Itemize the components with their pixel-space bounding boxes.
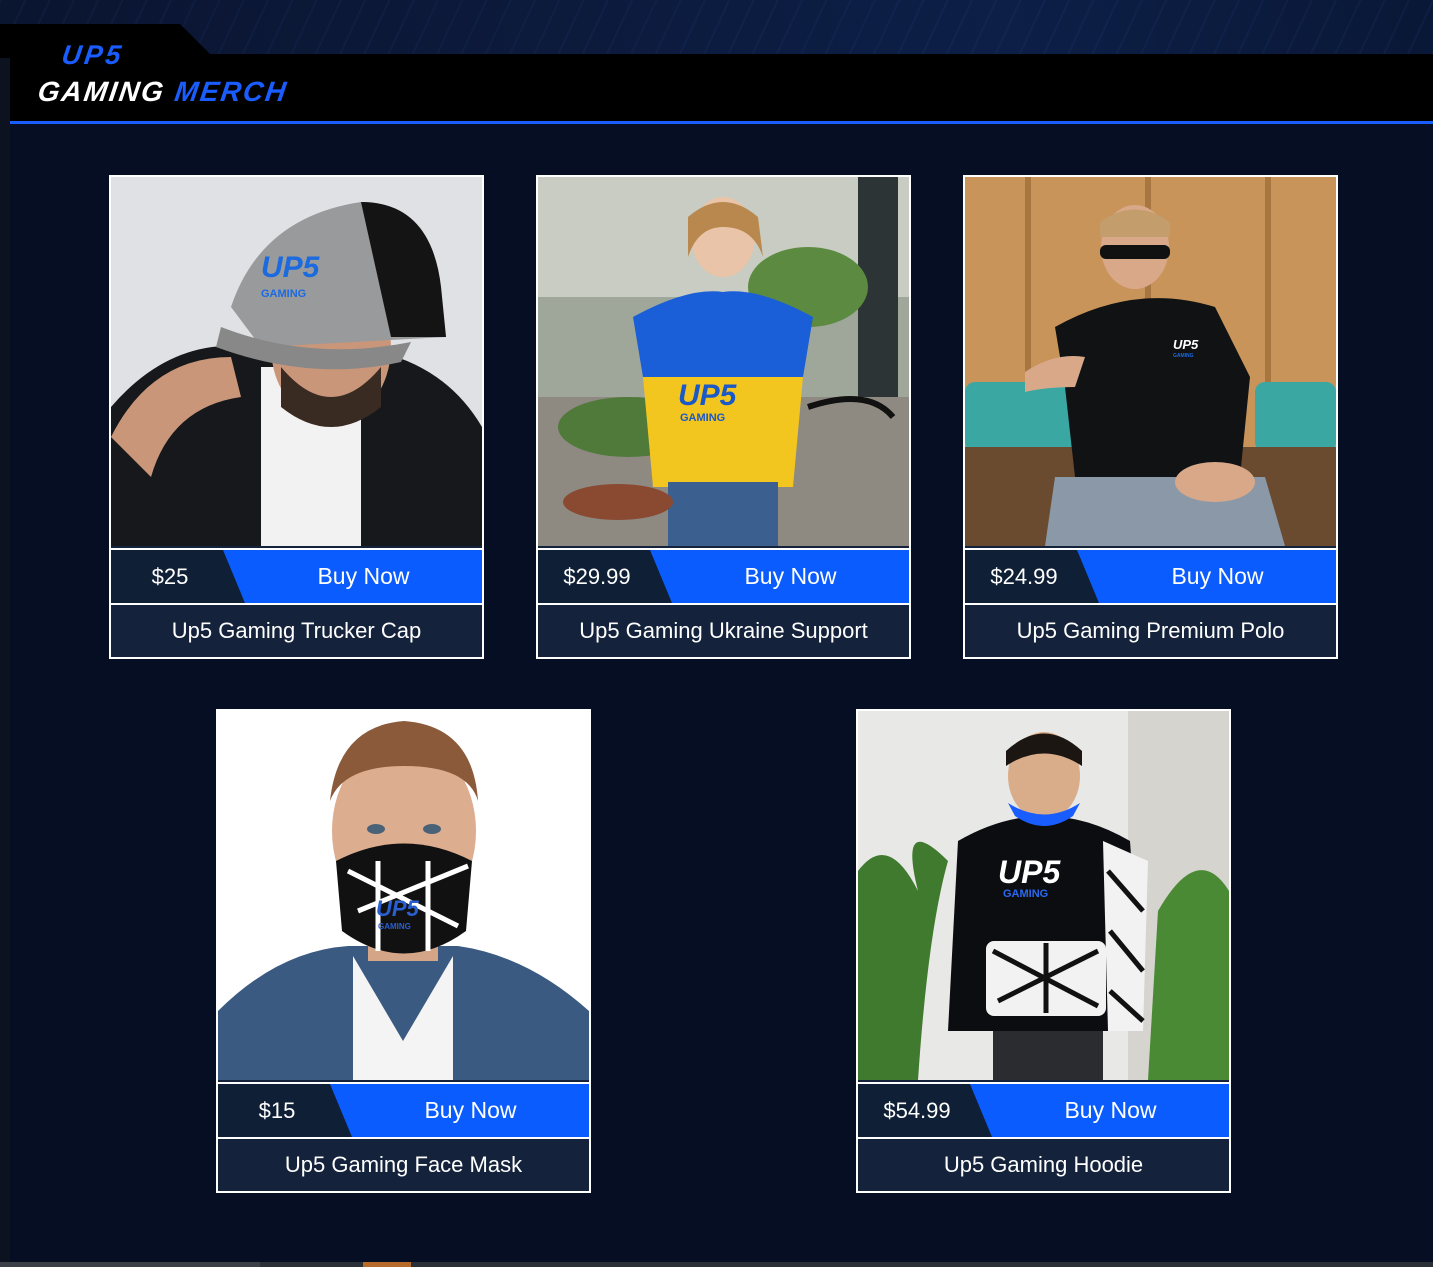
- hoodie-logo-gaming: GAMING: [1003, 888, 1048, 900]
- price-row: $15 Buy Now: [218, 1082, 589, 1139]
- product-price: $24.99: [990, 564, 1058, 589]
- footer-segment: [0, 1262, 260, 1267]
- product-price: $54.99: [883, 1098, 951, 1123]
- price-row: $24.99 Buy Now: [965, 548, 1336, 605]
- shirt-logo-up5: UP5: [678, 379, 738, 412]
- buy-now-button[interactable]: Buy Now: [1077, 550, 1336, 603]
- product-price: $25: [151, 564, 189, 589]
- buy-now-button[interactable]: Buy Now: [650, 550, 909, 603]
- polo-shirt-photo[interactable]: UP5 GAMING: [965, 177, 1336, 546]
- product-title[interactable]: Up5 Gaming Ukraine Support: [538, 605, 909, 657]
- product-title[interactable]: Up5 Gaming Face Mask: [218, 1139, 589, 1191]
- price-row: $29.99 Buy Now: [538, 548, 909, 605]
- cap-logo-up5: UP5: [261, 251, 321, 284]
- logo-wordmark: GAMING MERCH: [36, 76, 290, 108]
- cap-logo-gaming: GAMING: [261, 288, 306, 300]
- buy-now-button[interactable]: Buy Now: [330, 1084, 589, 1137]
- product-card-face-mask: UP5 GAMING $15 Buy Now Up5 Gaming Face M…: [216, 709, 591, 1193]
- product-card-trucker-cap: UP5 GAMING $25 Buy Now Up5 Gaming Trucke…: [109, 175, 484, 659]
- product-price: $15: [258, 1098, 296, 1123]
- footer-segment: [363, 1262, 411, 1267]
- product-price: $29.99: [563, 564, 631, 589]
- polo-logo-up5: UP5: [1173, 337, 1199, 352]
- shirt-logo-gaming: GAMING: [680, 412, 725, 424]
- polo-logo-gaming: GAMING: [1173, 353, 1194, 359]
- logo-merch: MERCH: [172, 76, 290, 107]
- product-card-premium-polo: UP5 GAMING $24.99 Buy Now Up5 Gaming Pre…: [963, 175, 1338, 659]
- product-card-hoodie: UP5 GAMING $54.99 Buy Now Up5 Gaming Hoo…: [856, 709, 1231, 1193]
- buy-now-button[interactable]: Buy Now: [223, 550, 482, 603]
- logo-up5: UP5: [59, 40, 126, 70]
- buy-now-button[interactable]: Buy Now: [970, 1084, 1229, 1137]
- product-title[interactable]: Up5 Gaming Trucker Cap: [111, 605, 482, 657]
- hoodie-photo[interactable]: UP5 GAMING: [858, 711, 1229, 1080]
- product-title[interactable]: Up5 Gaming Premium Polo: [965, 605, 1336, 657]
- header-background: [0, 0, 1433, 56]
- page-edge: [0, 56, 10, 1267]
- product-card-ukraine-support: UP5 GAMING $29.99 Buy Now Up5 Gaming Ukr…: [536, 175, 911, 659]
- price-row: $54.99 Buy Now: [858, 1082, 1229, 1139]
- mask-logo-gaming: GAMING: [378, 922, 411, 931]
- mask-logo-up5: UP5: [376, 896, 420, 921]
- product-title[interactable]: Up5 Gaming Hoodie: [858, 1139, 1229, 1191]
- trucker-cap-photo[interactable]: UP5 GAMING: [111, 177, 482, 546]
- logo-gaming: GAMING: [35, 76, 168, 107]
- hoodie-logo-up5: UP5: [998, 854, 1061, 890]
- header-divider: [10, 121, 1433, 124]
- ukraine-shirt-photo[interactable]: UP5 GAMING: [538, 177, 909, 546]
- face-mask-photo[interactable]: UP5 GAMING: [218, 711, 589, 1080]
- footer-edge: [0, 1262, 1433, 1267]
- price-row: $25 Buy Now: [111, 548, 482, 605]
